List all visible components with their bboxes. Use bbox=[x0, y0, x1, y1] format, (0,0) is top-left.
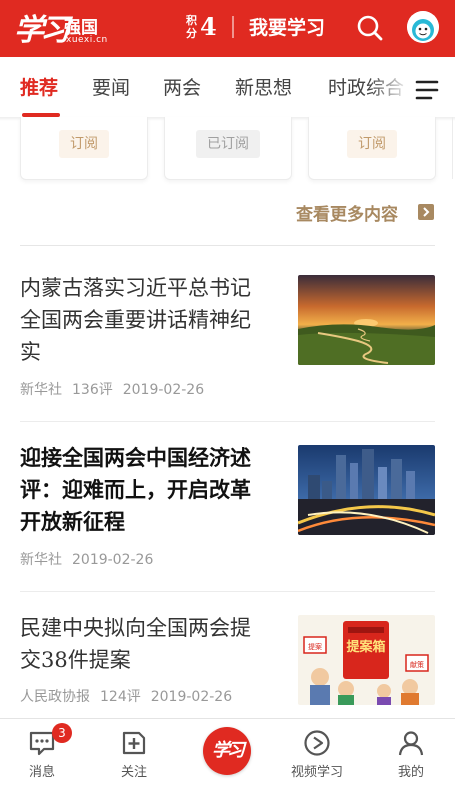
search-icon[interactable] bbox=[354, 12, 386, 44]
subscribe-button[interactable]: 订阅 bbox=[347, 130, 397, 158]
tab-headlines[interactable]: 要闻 bbox=[92, 73, 130, 100]
nav-messages[interactable]: 3 消息 bbox=[0, 719, 87, 789]
article-comments: 136评 bbox=[72, 382, 113, 398]
article-divider bbox=[20, 421, 435, 422]
article-source: 新华社 bbox=[20, 552, 62, 568]
tab-fade-overlay bbox=[370, 57, 410, 117]
article-title[interactable]: 民建中央拟向全国两会提交38件提案 bbox=[20, 612, 270, 676]
header-divider bbox=[232, 16, 234, 38]
nav-label: 视频学习 bbox=[290, 765, 343, 780]
follow-plus-icon bbox=[120, 729, 148, 757]
tab-recommend[interactable]: 推荐 bbox=[20, 73, 58, 100]
subscribed-button[interactable]: 已订阅 bbox=[196, 130, 260, 158]
article-date: 2019-02-26 bbox=[72, 552, 154, 568]
study-button[interactable]: 我要学习 bbox=[249, 13, 325, 40]
article-meta: 新华社 2019-02-26 bbox=[20, 549, 163, 569]
logo-domain: xuexi.cn bbox=[66, 35, 108, 45]
subscription-card[interactable]: 已订阅 bbox=[164, 117, 292, 180]
tab-new-thought[interactable]: 新思想 bbox=[235, 73, 292, 100]
nav-follow[interactable]: 关注 bbox=[89, 719, 179, 789]
video-play-icon bbox=[303, 729, 331, 757]
tab-two-sessions[interactable]: 两会 bbox=[163, 73, 201, 100]
nav-label: 我的 bbox=[397, 765, 424, 780]
avatar-initial: S bbox=[419, 12, 425, 21]
app-logo[interactable]: 学习 强国 xuexi.cn bbox=[14, 7, 108, 49]
article-date: 2019-02-26 bbox=[122, 382, 205, 398]
profile-icon bbox=[397, 729, 425, 757]
subscribe-button[interactable]: 订阅 bbox=[59, 130, 109, 158]
subscription-card[interactable]: 订阅 bbox=[308, 117, 436, 180]
article-comments: 124评 bbox=[100, 689, 141, 705]
article-thumbnail[interactable] bbox=[298, 445, 435, 535]
channel-tabs: 推荐 要闻 两会 新思想 时政综合 bbox=[0, 57, 455, 117]
nav-video[interactable]: 视频学习 bbox=[272, 719, 362, 789]
article-date: 2019-02-26 bbox=[150, 689, 233, 705]
nav-label: 关注 bbox=[120, 765, 147, 780]
points-value: 4 bbox=[200, 12, 217, 41]
article-source: 人民政协报 bbox=[20, 689, 90, 705]
thumb-sign-right: 献策 bbox=[410, 660, 424, 669]
article-thumbnail[interactable] bbox=[298, 275, 435, 365]
logo-script: 学习 bbox=[14, 13, 70, 48]
article-meta: 新华社 136评 2019-02-26 bbox=[20, 379, 214, 399]
thumb-box-label-1: 提案箱 bbox=[346, 639, 385, 655]
article-source: 新华社 bbox=[20, 382, 62, 398]
points-label: 积分 bbox=[186, 14, 197, 40]
nav-label: 消息 bbox=[28, 765, 55, 780]
article-thumbnail[interactable]: 提案箱 提案 献策 bbox=[298, 615, 435, 705]
avatar[interactable]: S bbox=[407, 11, 439, 43]
study-center-logo[interactable]: 学习 bbox=[203, 727, 251, 775]
chevron-right-icon[interactable] bbox=[418, 204, 434, 220]
top-header: 学习 强国 xuexi.cn 积分 4 我要学习 S bbox=[0, 0, 455, 57]
article-meta: 人民政协报 124评 2019-02-26 bbox=[20, 686, 242, 706]
hamburger-menu-icon[interactable] bbox=[407, 76, 447, 106]
article-divider bbox=[20, 591, 435, 592]
article-title[interactable]: 迎接全国两会中国经济述评：迎难而上，开启改革开放新征程 bbox=[20, 442, 270, 538]
nav-profile[interactable]: 我的 bbox=[366, 719, 455, 789]
unread-badge: 3 bbox=[52, 723, 72, 743]
subscription-card[interactable]: 订阅 bbox=[20, 117, 148, 180]
article-title[interactable]: 内蒙古落实习近平总书记全国两会重要讲话精神纪实 bbox=[20, 272, 270, 368]
thumb-sign-left: 提案 bbox=[308, 642, 322, 651]
view-more-link[interactable]: 查看更多内容 bbox=[296, 200, 398, 225]
section-divider bbox=[20, 245, 435, 246]
